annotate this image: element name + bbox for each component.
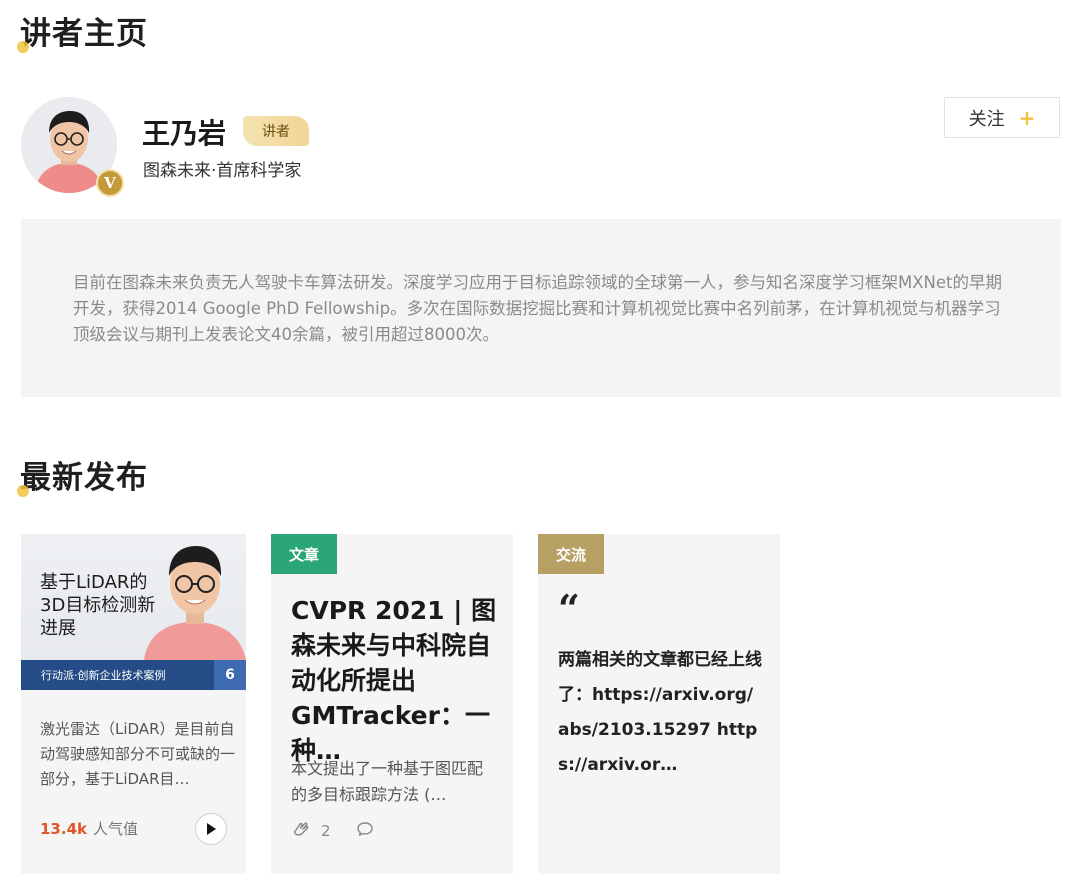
speaker-name: 王乃岩 xyxy=(142,117,227,150)
exchange-tag: 交流 xyxy=(538,534,604,574)
video-thumbnail[interactable]: 基于LiDAR的3D目标检测新进展 行动派·创新企业技术案例 6 xyxy=(21,534,246,690)
exchange-text[interactable]: 两篇相关的文章都已经上线了：https://arxiv.org/abs/2103… xyxy=(558,643,763,783)
title-dot-decoration xyxy=(17,41,29,53)
verified-badge: V xyxy=(96,169,124,197)
page-title: 讲者主页 xyxy=(17,8,148,53)
like-button[interactable] xyxy=(291,819,311,843)
speaker-affiliation: 图森未来·首席科学家 xyxy=(143,161,302,181)
popularity-count: 13.4k xyxy=(40,819,87,838)
avatar: V xyxy=(21,97,124,197)
page-title-text: 讲者主页 xyxy=(20,16,148,52)
comment-icon xyxy=(356,822,373,837)
thumbnail-bar-text: 行动派·创新企业技术案例 xyxy=(41,669,166,682)
quote-icon: “ xyxy=(558,586,580,631)
bio-panel: 目前在图森未来负责无人驾驶卡车算法研发。深度学习应用于目标追踪领域的全球第一人，… xyxy=(21,219,1061,397)
plus-icon: + xyxy=(1018,105,1036,130)
play-button[interactable] xyxy=(195,813,227,845)
title-dot-decoration xyxy=(17,485,29,497)
role-badge: 讲者 xyxy=(243,116,309,146)
bio-text: 目前在图森未来负责无人驾驶卡车算法研发。深度学习应用于目标追踪领域的全球第一人，… xyxy=(73,273,1003,344)
clap-icon xyxy=(293,822,309,836)
article-title[interactable]: CVPR 2021 | 图森未来与中科院自动化所提出GMTracker：一种… xyxy=(291,593,501,768)
section-title-text: 最新发布 xyxy=(20,460,148,496)
presenter-photo-icon xyxy=(144,546,246,660)
article-card[interactable]: 文章 CVPR 2021 | 图森未来与中科院自动化所提出GMTracker：一… xyxy=(271,534,513,874)
card-description: 激光雷达（LiDAR）是目前自动驾驶感知部分不可或缺的一部分，基于LiDAR目… xyxy=(40,720,236,788)
thumbnail-episode-number: 6 xyxy=(214,660,246,690)
play-icon xyxy=(207,823,216,835)
video-card[interactable]: 基于LiDAR的3D目标检测新进展 行动派·创新企业技术案例 6 激光雷达（Li… xyxy=(21,534,246,874)
follow-button[interactable]: 关注 + xyxy=(944,97,1060,138)
thumbnail-bar: 行动派·创新企业技术案例 6 xyxy=(21,660,246,690)
article-description: 本文提出了一种基于图匹配的多目标跟踪方法 (… xyxy=(291,759,484,804)
popularity-label: 人气值 xyxy=(93,820,139,838)
like-count: 2 xyxy=(321,822,331,840)
section-title-latest: 最新发布 xyxy=(17,452,148,497)
exchange-card[interactable]: 交流 “ 两篇相关的文章都已经上线了：https://arxiv.org/abs… xyxy=(538,534,780,874)
follow-button-label: 关注 xyxy=(968,108,1005,130)
article-tag: 文章 xyxy=(271,534,337,574)
article-meta: 2 xyxy=(291,819,375,843)
comment-button[interactable] xyxy=(355,819,375,843)
